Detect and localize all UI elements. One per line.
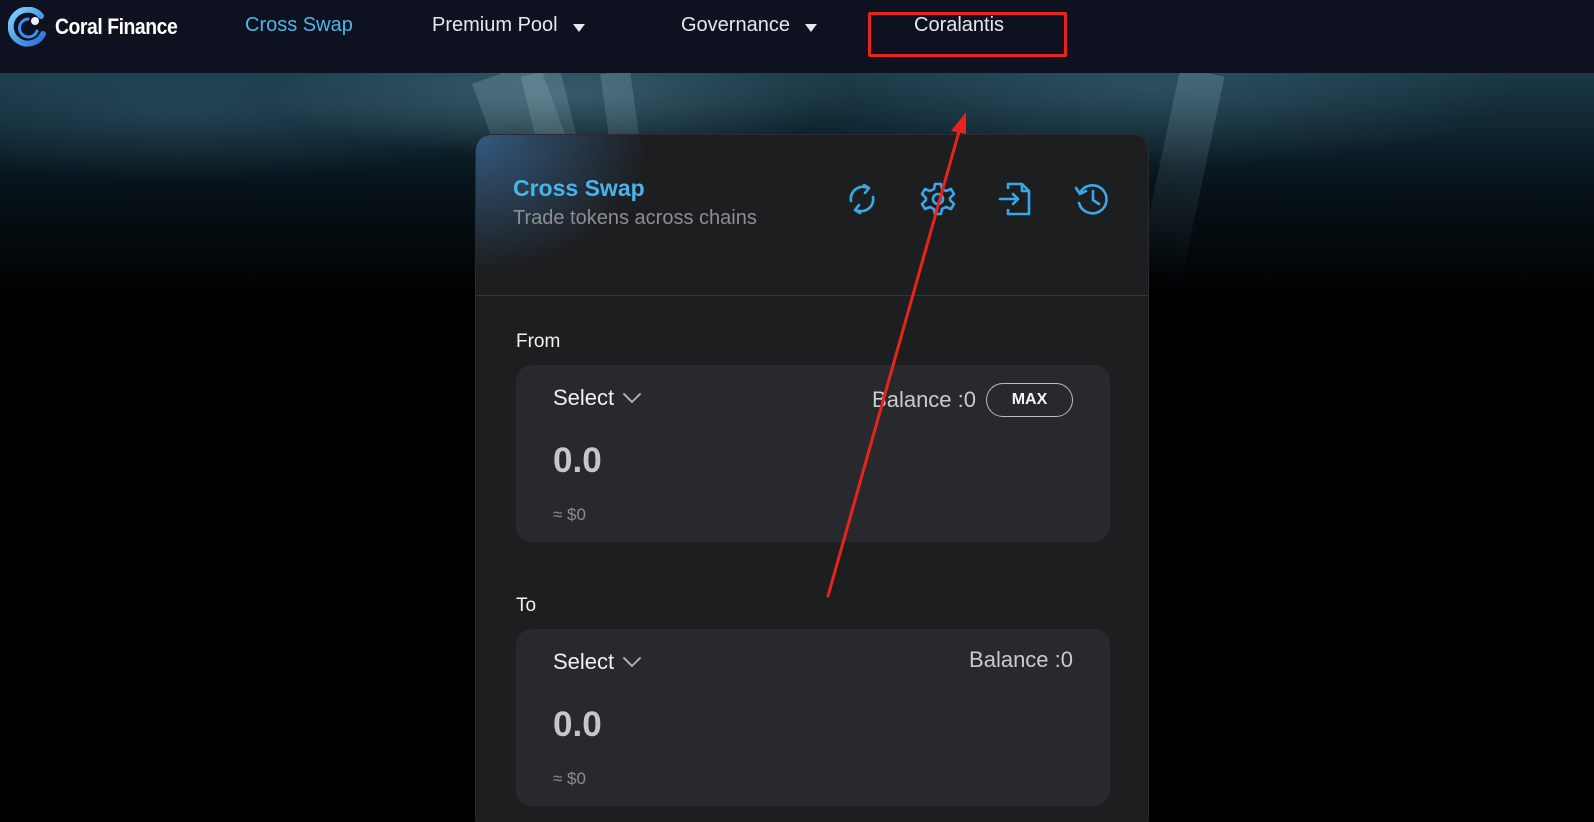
from-amount-input[interactable]: 0.0 (553, 441, 602, 481)
from-balance: Balance :0 (872, 387, 976, 412)
to-balance: Balance :0 (969, 647, 1073, 672)
annotation-highlight-box (868, 12, 1067, 57)
from-token-select[interactable]: Select (553, 385, 642, 411)
to-select-label: Select (553, 649, 615, 674)
card-title: Cross Swap (513, 175, 645, 201)
card-subtitle: Trade tokens across chains (513, 207, 757, 229)
top-navbar: Coral Finance Cross Swap Premium Pool Go… (0, 0, 1594, 73)
import-icon[interactable] (994, 179, 1034, 219)
nav-cross-swap[interactable]: Cross Swap (245, 14, 353, 37)
from-balance-row: Balance :0 MAX (872, 383, 1073, 417)
nav-governance[interactable]: Governance (681, 14, 817, 37)
to-label: To (516, 595, 537, 616)
chevron-down-icon (623, 657, 642, 667)
max-button[interactable]: MAX (986, 383, 1073, 417)
coral-logo-icon (8, 7, 46, 47)
brand-logo[interactable]: Coral Finance (8, 7, 194, 47)
chevron-down-icon (623, 393, 642, 403)
refresh-icon[interactable] (842, 179, 882, 219)
history-icon[interactable] (1072, 179, 1112, 219)
nav-governance-label: Governance (681, 14, 790, 36)
from-usd-value: ≈ $0 (553, 505, 586, 524)
to-token-select[interactable]: Select (553, 649, 642, 675)
nav-premium-pool-label: Premium Pool (432, 14, 558, 36)
cross-swap-card: Cross Swap Trade tokens across chains Fr… (475, 134, 1149, 822)
card-header: Cross Swap Trade tokens across chains (476, 135, 1148, 296)
from-panel: Select Balance :0 MAX 0.0 ≈ $0 (516, 365, 1110, 542)
to-balance-row: Balance :0 (969, 647, 1073, 673)
nav-premium-pool[interactable]: Premium Pool (432, 14, 585, 37)
to-panel: Select Balance :0 0.0 ≈ $0 (516, 629, 1110, 806)
dropdown-caret-icon (572, 23, 585, 32)
brand-name: Coral Finance (55, 14, 178, 39)
settings-gear-icon[interactable] (918, 179, 958, 219)
from-select-label: Select (553, 385, 615, 410)
page: Coral Finance Cross Swap Premium Pool Go… (0, 0, 1594, 822)
to-amount-input[interactable]: 0.0 (553, 705, 602, 745)
from-label: From (516, 331, 561, 352)
nav-cross-swap-label: Cross Swap (245, 14, 353, 36)
to-usd-value: ≈ $0 (553, 769, 586, 788)
dropdown-caret-icon (804, 23, 817, 32)
